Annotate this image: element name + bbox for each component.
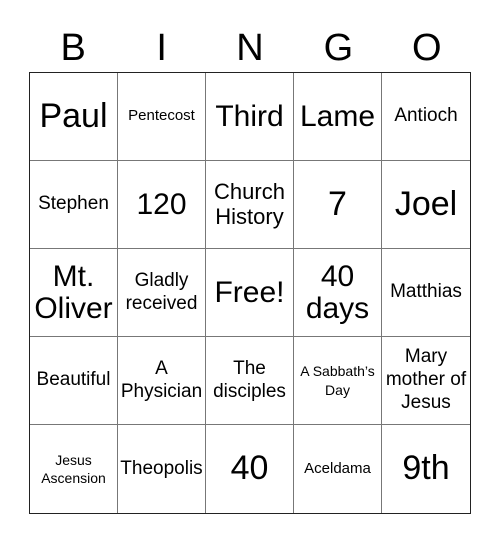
bingo-cell[interactable]: Beautiful: [30, 337, 118, 425]
bingo-cell[interactable]: Joel: [382, 161, 470, 249]
bingo-cell[interactable]: Antioch: [382, 73, 470, 161]
bingo-cell[interactable]: 120: [118, 161, 206, 249]
bingo-cell[interactable]: Paul: [30, 73, 118, 161]
bingo-cell[interactable]: 40 days: [294, 249, 382, 337]
bingo-cell[interactable]: Third: [206, 73, 294, 161]
bingo-cell[interactable]: 9th: [382, 425, 470, 513]
header-letter-i: I: [156, 27, 167, 69]
bingo-cell[interactable]: Stephen: [30, 161, 118, 249]
bingo-cell[interactable]: Gladly received: [118, 249, 206, 337]
bingo-cell[interactable]: Church History: [206, 161, 294, 249]
bingo-cell[interactable]: Matthias: [382, 249, 470, 337]
bingo-cell[interactable]: A Sabbath’s Day: [294, 337, 382, 425]
bingo-cell[interactable]: Mary mother of Jesus: [382, 337, 470, 425]
bingo-cell[interactable]: A Physician: [118, 337, 206, 425]
bingo-cell[interactable]: The disciples: [206, 337, 294, 425]
header-letter-n: N: [236, 27, 264, 69]
bingo-cell[interactable]: Theopolis: [118, 425, 206, 513]
bingo-cell[interactable]: 40: [206, 425, 294, 513]
bingo-cell[interactable]: Lame: [294, 73, 382, 161]
header-letter-g: G: [323, 27, 354, 69]
bingo-cell[interactable]: Aceldama: [294, 425, 382, 513]
bingo-cell[interactable]: Mt. Oliver: [30, 249, 118, 337]
bingo-cell[interactable]: Jesus Ascension: [30, 425, 118, 513]
bingo-cell[interactable]: Pentecost: [118, 73, 206, 161]
bingo-card-grid: Paul Pentecost Third Lame Antioch Stephe…: [29, 72, 471, 514]
bingo-header: B I N G O: [29, 20, 471, 72]
bingo-cell[interactable]: 7: [294, 161, 382, 249]
header-letter-o: O: [412, 27, 442, 69]
header-letter-b: B: [60, 27, 86, 69]
free-space-cell[interactable]: Free!: [206, 249, 294, 337]
